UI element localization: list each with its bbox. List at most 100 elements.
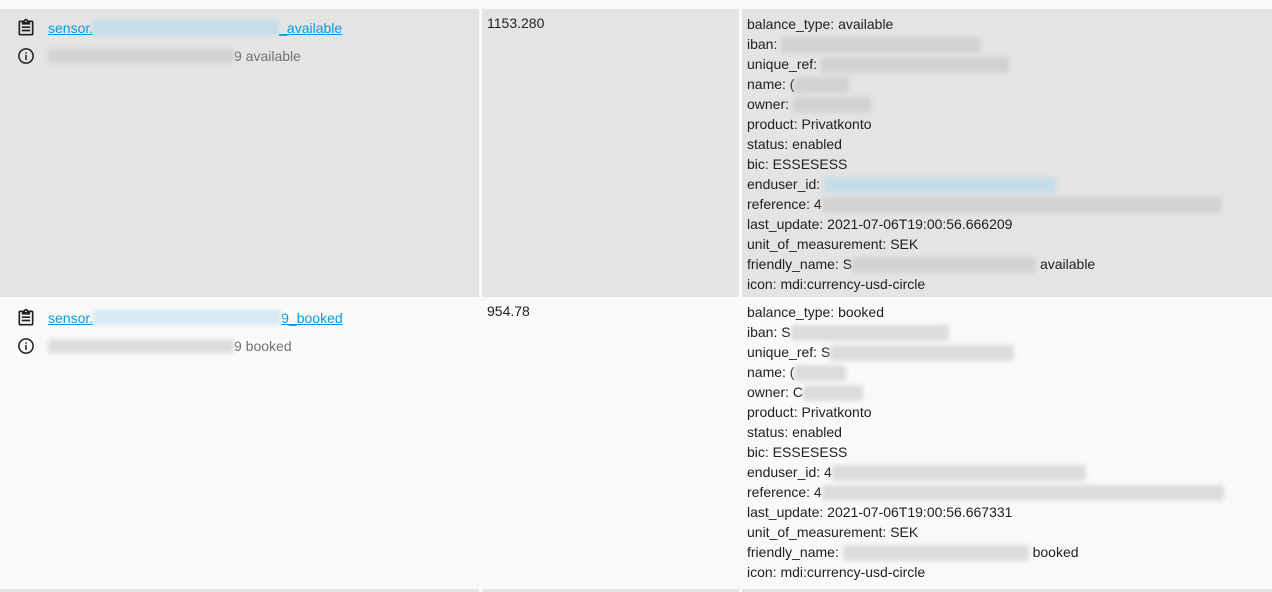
clipboard-text-icon[interactable] (16, 18, 36, 38)
clipboard-text-icon[interactable] (16, 308, 36, 328)
attribute-line: balance_type: available (747, 14, 1222, 34)
attribute-value: S (817, 344, 831, 360)
attribute-key: balance_type: (747, 16, 835, 32)
attribute-line: bic: ESSESESS (747, 442, 1224, 462)
attribute-key: unique_ref: (747, 56, 818, 72)
attribute-value: mdi:currency-usd-circle (776, 564, 926, 580)
attribute-line: iban: S (747, 322, 1224, 342)
attribute-value: Privatkonto (797, 404, 872, 420)
entity-cell: sensor. _available 9 available (8, 9, 478, 297)
attribute-line: balance_type: booked (747, 302, 1224, 322)
attribute-key: owner: (747, 96, 790, 112)
attributes-list: balance_type: booked iban: S unique_ref:… (747, 302, 1224, 582)
attribute-value: 4 (810, 196, 822, 212)
attribute-key: friendly_name: (747, 256, 839, 272)
entity-id-suffix: _available (279, 20, 343, 36)
attribute-key: friendly_name: (747, 544, 839, 560)
attribute-key: enduser_id: (747, 176, 821, 192)
attribute-value: ESSESESS (768, 156, 848, 172)
attribute-value-tail: booked (1028, 544, 1079, 560)
attribute-line: status: enabled (747, 422, 1224, 442)
redacted-text (790, 325, 949, 342)
redacted-text (842, 545, 1029, 562)
attribute-value: SEK (886, 236, 919, 252)
attribute-line: friendly_name: booked (747, 542, 1224, 562)
attribute-line: unit_of_measurement: SEK (747, 522, 1224, 542)
redacted-text (830, 345, 1015, 362)
entity-id-link[interactable]: sensor. _available (48, 19, 342, 37)
attribute-key: name: (747, 76, 786, 92)
attribute-value: ( (785, 76, 795, 92)
attribute-line: icon: mdi:currency-usd-circle (747, 562, 1224, 582)
entity-cell: sensor. 9_booked 9 booked (8, 297, 478, 589)
state-value: 954.78 (487, 303, 530, 319)
attribute-line: owner: C (747, 382, 1224, 402)
redacted-text (821, 485, 1224, 502)
redacted-text (821, 197, 1222, 214)
redacted-text (794, 77, 850, 94)
redacted-text (824, 177, 1057, 194)
attribute-value: 4 (820, 464, 832, 480)
attribute-value: 2021-07-06T19:00:56.666209 (823, 216, 1013, 232)
attribute-key: enduser_id: (747, 464, 821, 480)
attribute-key: owner: (747, 384, 790, 400)
redacted-text (792, 97, 871, 114)
attribute-key: balance_type: (747, 304, 835, 320)
column-divider (479, 9, 482, 592)
friendly-name: 9 available (48, 47, 301, 65)
table-row: sensor. _available 9 available 1153.280 b… (0, 9, 1272, 297)
attribute-key: status: (747, 136, 789, 152)
attribute-key: bic: (747, 444, 769, 460)
attributes-list: balance_type: available iban: unique_ref… (747, 14, 1222, 294)
attribute-key: iban: (747, 36, 778, 52)
redacted-text (831, 465, 1086, 482)
table-top-strip (0, 0, 1272, 9)
attribute-value: booked (834, 304, 885, 320)
attribute-line: icon: mdi:currency-usd-circle (747, 274, 1222, 294)
attribute-value: C (789, 384, 804, 400)
redacted-text (852, 257, 1037, 274)
attribute-line: owner: (747, 94, 1222, 114)
attribute-key: product: (747, 404, 798, 420)
attribute-key: bic: (747, 156, 769, 172)
attribute-value: enabled (788, 136, 842, 152)
attribute-key: icon: (747, 276, 777, 292)
attribute-key: reference: (747, 196, 811, 212)
attribute-value: ( (785, 364, 795, 380)
attribute-key: reference: (747, 484, 811, 500)
redacted-text (794, 365, 847, 382)
redacted-text (781, 37, 982, 54)
redacted-text (93, 310, 282, 326)
state-value: 1153.280 (487, 15, 545, 31)
attribute-value: 2021-07-06T19:00:56.667331 (823, 504, 1013, 520)
friendly-name: 9 booked (48, 337, 292, 355)
attribute-key: icon: (747, 564, 777, 580)
information-outline-icon (17, 337, 35, 355)
entity-id-suffix: 9_booked (281, 310, 343, 326)
attribute-line: reference: 4 (747, 482, 1224, 502)
attribute-value: 4 (810, 484, 822, 500)
friendly-name-suffix: 9 available (234, 48, 301, 64)
attribute-line: product: Privatkonto (747, 402, 1224, 422)
attribute-value: S (777, 324, 791, 340)
attribute-line: unique_ref: (747, 54, 1222, 74)
redacted-text (48, 338, 234, 353)
entity-id-prefix: sensor. (48, 310, 94, 326)
attribute-line: product: Privatkonto (747, 114, 1222, 134)
friendly-name-suffix: 9 booked (234, 338, 292, 354)
attribute-value: Privatkonto (797, 116, 872, 132)
attribute-line: enduser_id: (747, 174, 1222, 194)
attribute-line: name: ( (747, 74, 1222, 94)
entity-id-prefix: sensor. (48, 20, 94, 36)
attribute-line: enduser_id: 4 (747, 462, 1224, 482)
entity-id-link[interactable]: sensor. 9_booked (48, 309, 343, 327)
attribute-line: unit_of_measurement: SEK (747, 234, 1222, 254)
attribute-key: last_update: (747, 504, 824, 520)
attribute-value: SEK (886, 524, 919, 540)
attribute-line: iban: (747, 34, 1222, 54)
attribute-line: friendly_name: S available (747, 254, 1222, 274)
attribute-key: unique_ref: (747, 344, 818, 360)
attribute-value: enabled (788, 424, 842, 440)
attribute-value: available (834, 16, 894, 32)
attribute-value-tail: available (1036, 256, 1096, 272)
